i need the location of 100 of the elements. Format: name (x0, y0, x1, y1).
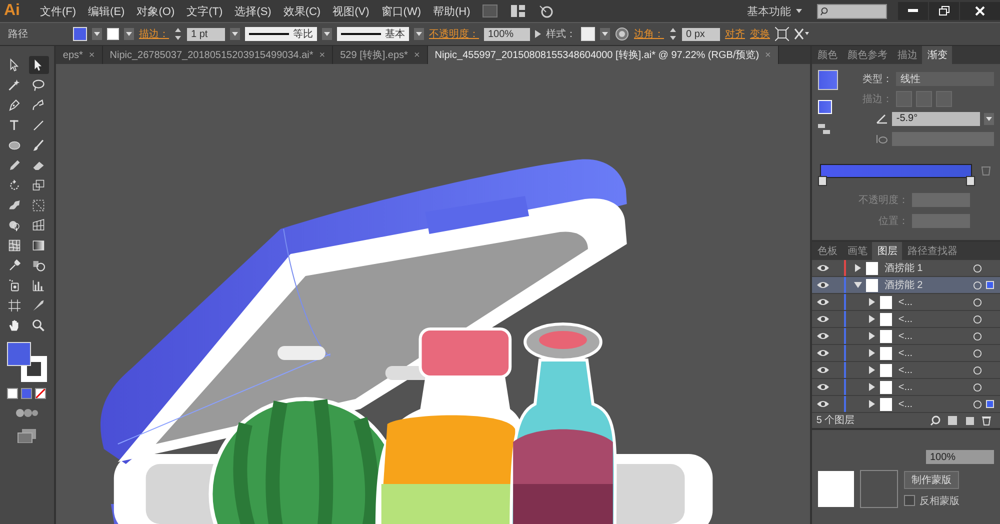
eye-icon[interactable] (816, 365, 830, 375)
none-mode-icon[interactable] (35, 388, 46, 399)
panel-tab[interactable]: 描边 (892, 46, 922, 64)
profile-select[interactable]: 等比 (245, 27, 317, 41)
layer-row[interactable]: <... (812, 362, 1000, 379)
tab-close-button[interactable]: × (414, 50, 420, 60)
align-link[interactable]: 对齐 (725, 27, 745, 41)
eye-icon[interactable] (816, 297, 830, 307)
eye-icon[interactable] (816, 399, 830, 409)
target-circle-icon[interactable] (973, 264, 982, 272)
angle-dropdown[interactable] (984, 112, 994, 124)
bridge-icon[interactable] (482, 4, 498, 18)
panel-tab[interactable]: 画笔 (842, 242, 872, 260)
stroke-link[interactable]: 描边： (139, 27, 169, 41)
layer-row[interactable]: <... (812, 311, 1000, 328)
panel-tab[interactable]: 颜色 (812, 46, 842, 64)
make-mask-button[interactable]: 制作蒙版 (904, 470, 960, 488)
fill-dropdown[interactable] (92, 28, 102, 40)
layer-row[interactable]: <... (812, 396, 1000, 413)
style-dropdown[interactable] (600, 28, 610, 40)
menu-item[interactable]: 效果(C) (277, 4, 327, 18)
layer-row[interactable]: <... (812, 328, 1000, 345)
tab-close-button[interactable]: × (88, 50, 95, 60)
search-icon[interactable] (930, 414, 941, 426)
target-circle-icon[interactable] (973, 298, 982, 306)
expand-triangle-icon[interactable] (868, 383, 876, 391)
spinner-icon[interactable] (174, 27, 182, 41)
select-similar-icon[interactable] (794, 27, 810, 41)
menu-item[interactable]: 编辑(E) (82, 4, 131, 18)
trash-icon[interactable] (981, 414, 992, 426)
caret-icon[interactable] (795, 8, 803, 14)
selection-square[interactable] (986, 281, 994, 289)
gradient-mode-swatch[interactable] (21, 388, 32, 399)
target-circle-icon[interactable] (973, 400, 982, 408)
stroke-gradient-swatch[interactable] (818, 100, 832, 114)
target-circle-icon[interactable] (973, 348, 982, 358)
eye-icon[interactable] (816, 280, 830, 290)
expand-triangle-icon[interactable] (868, 315, 876, 323)
brush-select[interactable]: 基本 (337, 27, 409, 41)
panel-tab[interactable]: 图层 (872, 242, 902, 260)
search-field[interactable] (817, 4, 887, 18)
target-circle-icon[interactable] (973, 332, 982, 340)
screen-mode-icon[interactable] (16, 429, 37, 443)
gradient-swatch[interactable] (818, 70, 838, 90)
transform-link[interactable]: 变换 (750, 27, 770, 41)
tab-close-button[interactable]: × (319, 50, 326, 60)
menu-item[interactable]: 文件(F) (34, 4, 82, 18)
aspect-ratio-field[interactable] (892, 132, 994, 146)
eye-icon[interactable] (816, 382, 830, 392)
opacity-field[interactable]: 100% (926, 450, 994, 464)
panel-tab[interactable]: 颜色参考 (842, 46, 892, 64)
collapse-triangle-icon[interactable] (854, 281, 862, 289)
expand-triangle-icon[interactable] (868, 298, 876, 306)
color-mode-swatch[interactable] (7, 388, 18, 399)
weight-dropdown[interactable] (230, 28, 240, 40)
fill-color-swatch[interactable] (6, 342, 31, 366)
opacity-field[interactable]: 100% (484, 28, 530, 40)
target-circle-icon[interactable] (973, 314, 982, 324)
new-sublayer-icon[interactable] (947, 414, 958, 426)
checkbox[interactable] (904, 495, 916, 506)
eye-icon[interactable] (816, 263, 830, 273)
expand-triangle-icon[interactable] (868, 332, 876, 340)
panel-tab[interactable]: 色板 (812, 242, 842, 260)
opacity-field[interactable] (912, 193, 970, 208)
color-stop[interactable] (966, 176, 975, 186)
menu-item[interactable]: 视图(V) (326, 4, 376, 18)
menu-item[interactable]: 对象(O) (130, 4, 181, 18)
draw-mode-icon[interactable] (14, 407, 39, 419)
eye-icon[interactable] (816, 348, 830, 358)
brush-dropdown[interactable] (414, 28, 424, 40)
expand-triangle-icon[interactable] (868, 366, 876, 374)
style-swatch[interactable] (581, 27, 595, 41)
stroke-swatch[interactable] (107, 28, 119, 40)
sync-icon[interactable] (538, 4, 554, 18)
eye-icon[interactable] (816, 314, 830, 324)
restore-button[interactable] (929, 2, 959, 20)
panel-tab[interactable]: 路径查找器 (902, 242, 962, 260)
menu-item[interactable]: 帮助(H) (427, 4, 476, 18)
play-arrow-icon[interactable] (535, 30, 541, 38)
fill-swatch[interactable] (73, 27, 87, 41)
arrange-icon[interactable] (510, 4, 526, 18)
layer-row[interactable]: <... (812, 379, 1000, 396)
isolate-icon[interactable] (775, 27, 789, 41)
layer-row[interactable]: <... (812, 294, 1000, 311)
menu-item[interactable]: 选择(S) (228, 4, 278, 18)
close-button[interactable] (960, 2, 1000, 20)
expand-triangle-icon[interactable] (854, 264, 862, 272)
profile-dropdown[interactable] (322, 28, 332, 40)
stroke-weight-field[interactable]: 1 pt (187, 28, 225, 40)
stroke-color-swatch[interactable] (20, 356, 47, 382)
color-stop[interactable] (818, 176, 828, 186)
new-layer-icon[interactable] (964, 414, 975, 426)
menu-item[interactable]: 窗口(W) (375, 4, 427, 18)
expand-triangle-icon[interactable] (868, 349, 876, 357)
layer-row[interactable]: <... (812, 345, 1000, 362)
target-circle-icon[interactable] (973, 382, 982, 392)
selection-square[interactable] (986, 400, 994, 408)
layer-row[interactable]: 酒捞能 2 (812, 277, 1000, 294)
menu-item[interactable]: 文字(T) (180, 4, 229, 18)
stroke-dropdown[interactable] (124, 28, 134, 40)
